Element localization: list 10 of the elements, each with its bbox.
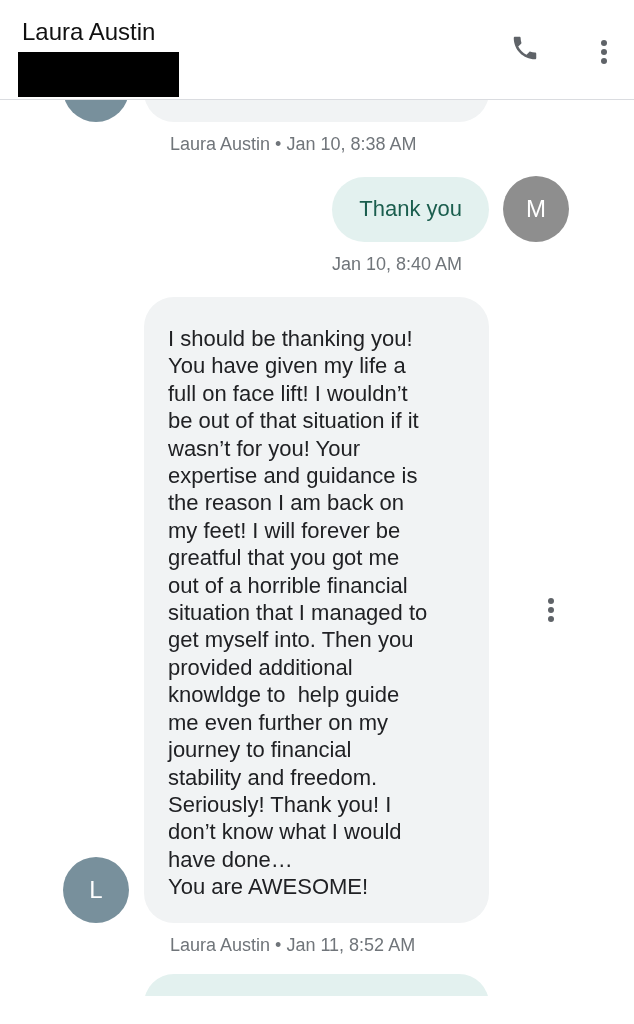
message-timestamp: Jan 10, 8:40 AM <box>331 254 462 274</box>
more-icon[interactable] <box>547 596 555 623</box>
message-timestamp: Laura Austin • Jan 10, 8:38 AM <box>170 134 417 154</box>
message-bubble: I should be thanking you! You have given my life a full on face lift! I wouldn’t be out of that situation if it wasn’t for you! Your expertise and guidance is the reason I am back on my feet! I will forever be greatful that you got me out of a horrible financial situation that I managed to get myself into. Then you provided additional knowldge to help guide me even further on my journey to financial stability and freedom. Seriously! Thank you! I don’t know what I would have done… You are AWESOME! <box>144 297 489 923</box>
more-icon[interactable] <box>600 39 608 65</box>
message-timestamp: Laura Austin • Jan 11, 8:52 AM <box>170 934 416 955</box>
avatar[interactable]: L <box>63 856 129 923</box>
avatar[interactable]: M <box>503 176 569 242</box>
contact-name: Laura Austin <box>22 18 157 46</box>
message-bubble: Thank you <box>332 177 489 242</box>
